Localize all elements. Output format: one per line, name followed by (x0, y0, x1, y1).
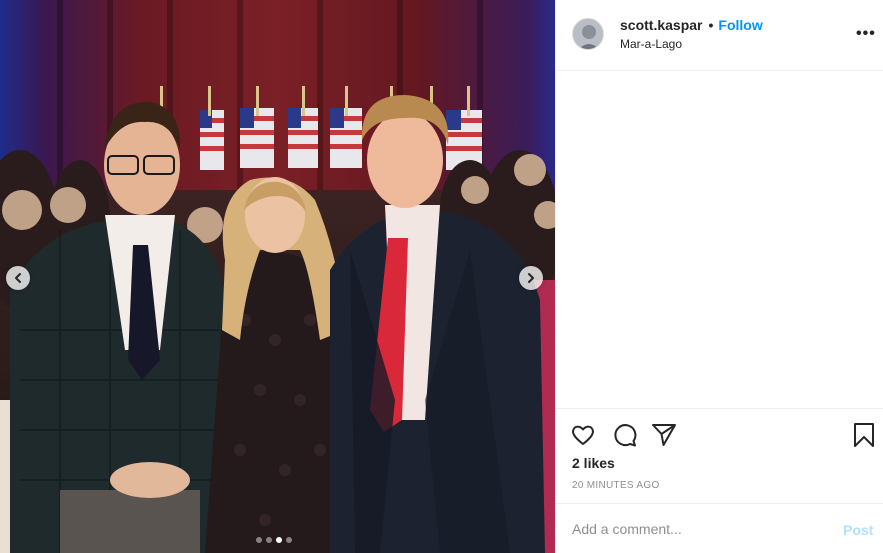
post-side-panel: scott.kaspar • Follow Mar-a-Lago ••• 2 l… (555, 0, 883, 553)
post-actions: 2 likes 20 MINUTES AGO (556, 408, 883, 503)
username-link[interactable]: scott.kaspar (620, 17, 702, 33)
heart-icon[interactable] (570, 422, 596, 448)
post-timestamp[interactable]: 20 MINUTES AGO (572, 480, 660, 491)
more-options-icon[interactable]: ••• (856, 26, 876, 42)
avatar-image (573, 19, 603, 49)
separator-dot: • (708, 17, 714, 33)
paper-plane-icon[interactable] (651, 422, 677, 448)
post-photo[interactable] (0, 0, 555, 553)
carousel-next-button[interactable] (519, 266, 543, 290)
chevron-left-icon (15, 273, 21, 283)
comment-bar: Post (556, 503, 883, 553)
follow-button[interactable]: Follow (718, 17, 762, 33)
carousel-dot (266, 537, 272, 543)
carousel-dot (286, 537, 292, 543)
location-link[interactable]: Mar-a-Lago (620, 37, 682, 51)
carousel-indicator (256, 537, 292, 543)
photo-image (0, 0, 555, 553)
comment-icon[interactable] (612, 422, 638, 448)
chevron-right-icon (528, 273, 534, 283)
likes-count[interactable]: 2 likes (572, 455, 615, 471)
carousel-dot (256, 537, 262, 543)
user-line: scott.kaspar • Follow (620, 17, 763, 33)
post-header: scott.kaspar • Follow Mar-a-Lago ••• (556, 0, 883, 71)
carousel-prev-button[interactable] (6, 266, 30, 290)
carousel-dot-active (276, 537, 282, 543)
avatar[interactable] (572, 18, 604, 50)
post-comment-button[interactable]: Post (843, 522, 873, 538)
comment-input[interactable] (572, 519, 832, 539)
bookmark-icon[interactable] (851, 422, 877, 448)
